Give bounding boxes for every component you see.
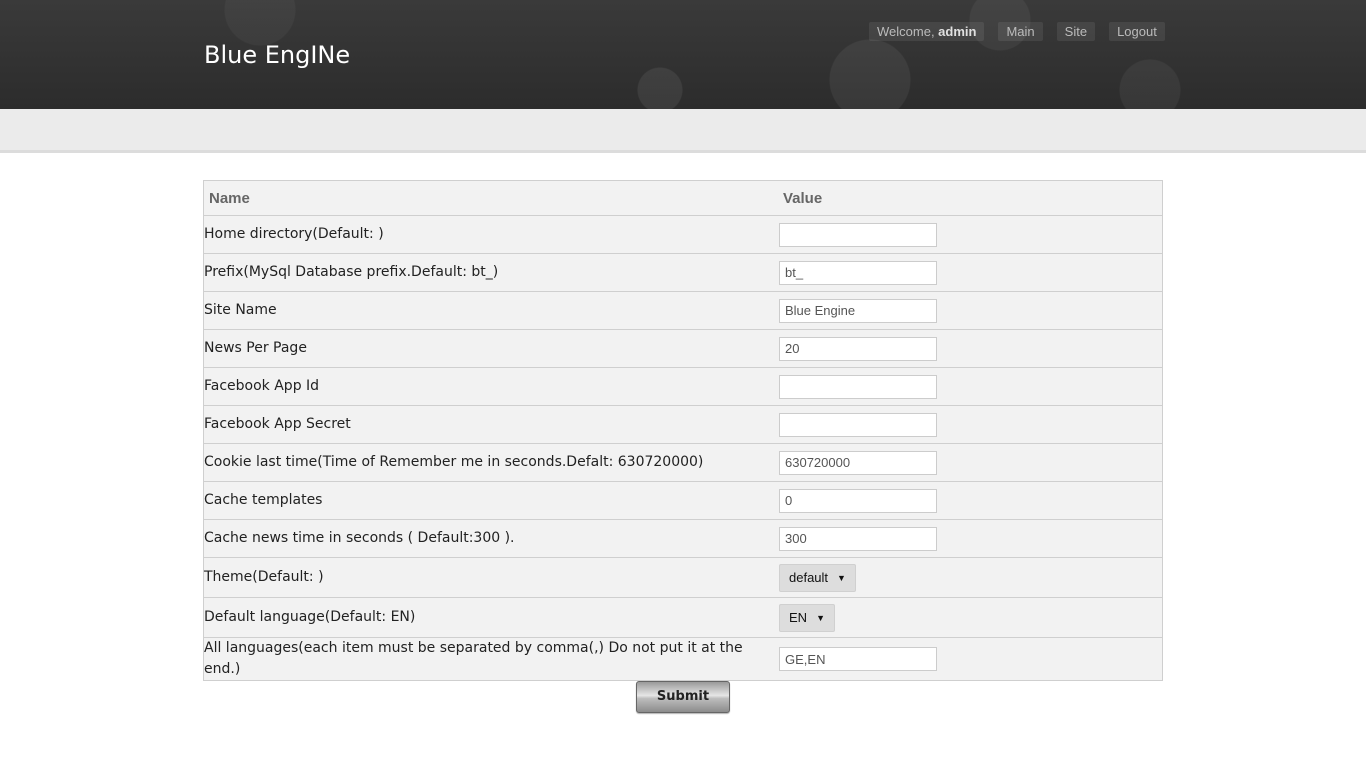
table-row: All languages(each item must be separate… — [203, 637, 1163, 681]
table-row: News Per Page — [203, 329, 1163, 368]
welcome-text: Welcome, — [877, 24, 939, 39]
table-row: Home directory(Default: ) — [203, 215, 1163, 254]
language-selected-value: EN — [789, 610, 808, 625]
setting-label: Prefix(MySql Database prefix.Default: bt… — [203, 253, 778, 292]
all-languages-input[interactable] — [779, 647, 937, 671]
cache-templates-input[interactable] — [779, 488, 937, 513]
submit-area: Submit — [203, 681, 1163, 713]
setting-label: Cache news time in seconds ( Default:300… — [203, 519, 778, 558]
prefix-input[interactable] — [779, 260, 937, 285]
table-row: Theme(Default: ) default ▼ — [203, 557, 1163, 598]
setting-label: Theme(Default: ) — [203, 557, 778, 598]
column-header-value: Value — [778, 180, 1163, 216]
nav-main-link[interactable]: Main — [998, 22, 1043, 41]
top-nav: Welcome, admin Main Site Logout — [869, 22, 1165, 41]
column-header-name: Name — [203, 180, 778, 216]
nav-site-link[interactable]: Site — [1056, 22, 1096, 41]
username: admin — [938, 24, 977, 39]
setting-label: Facebook App Secret — [203, 405, 778, 444]
theme-selected-value: default — [789, 570, 829, 585]
submit-button[interactable]: Submit — [636, 681, 730, 713]
settings-table: Name Value Home directory(Default: ) Pre… — [203, 180, 1163, 681]
site-title: Blue EngINe — [204, 41, 351, 69]
nav-logout-link[interactable]: Logout — [1109, 22, 1165, 41]
header: Blue EngINe Welcome, admin Main Site Log… — [0, 0, 1366, 109]
setting-label: Site Name — [203, 291, 778, 330]
table-row: Default language(Default: EN) EN ▼ — [203, 597, 1163, 638]
setting-label: Facebook App Id — [203, 367, 778, 406]
table-row: Cookie last time(Time of Remember me in … — [203, 443, 1163, 482]
facebook-app-secret-input[interactable] — [779, 412, 937, 437]
setting-label: Default language(Default: EN) — [203, 597, 778, 638]
table-row: Facebook App Secret — [203, 405, 1163, 444]
site-name-input[interactable] — [779, 298, 937, 323]
cookie-time-input[interactable] — [779, 450, 937, 475]
setting-label: Cache templates — [203, 481, 778, 520]
home-directory-input[interactable] — [779, 222, 937, 247]
dropdown-arrow-icon: ▼ — [816, 612, 825, 623]
default-language-select[interactable]: EN ▼ — [779, 603, 835, 632]
cache-news-time-input[interactable] — [779, 526, 937, 551]
setting-label: All languages(each item must be separate… — [203, 637, 778, 681]
facebook-app-id-input[interactable] — [779, 374, 937, 399]
sub-bar — [0, 109, 1366, 153]
setting-label: Cookie last time(Time of Remember me in … — [203, 443, 778, 482]
table-row: Cache templates — [203, 481, 1163, 520]
table-header-row: Name Value — [203, 180, 1163, 216]
welcome-user: Welcome, admin — [869, 22, 985, 41]
settings-form: Name Value Home directory(Default: ) Pre… — [203, 180, 1163, 713]
setting-label: Home directory(Default: ) — [203, 215, 778, 254]
table-row: Prefix(MySql Database prefix.Default: bt… — [203, 253, 1163, 292]
table-row: Site Name — [203, 291, 1163, 330]
dropdown-arrow-icon: ▼ — [837, 572, 846, 583]
setting-label: News Per Page — [203, 329, 778, 368]
theme-select[interactable]: default ▼ — [779, 563, 856, 592]
table-row: Facebook App Id — [203, 367, 1163, 406]
table-row: Cache news time in seconds ( Default:300… — [203, 519, 1163, 558]
news-per-page-input[interactable] — [779, 336, 937, 361]
